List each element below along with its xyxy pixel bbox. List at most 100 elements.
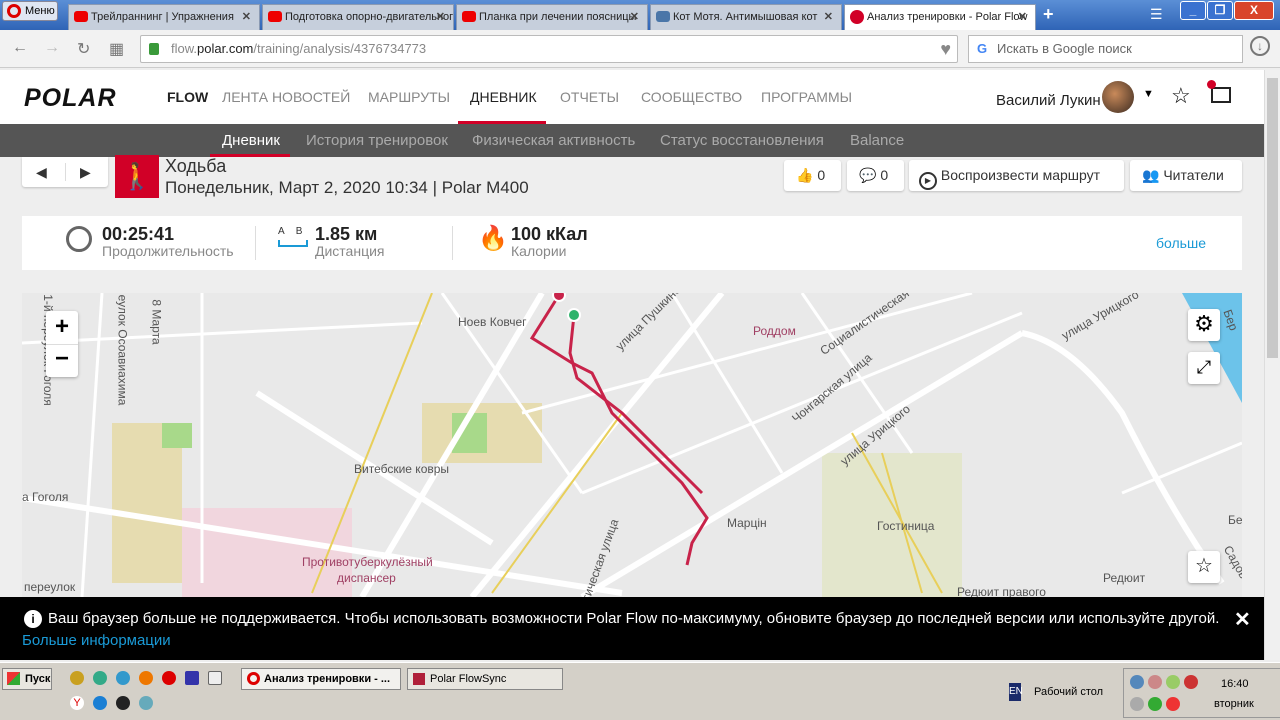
- more-info-link[interactable]: Больше информации: [22, 632, 171, 649]
- close-tab-icon[interactable]: ✕: [1018, 5, 1027, 29]
- comments-button[interactable]: 💬 0: [847, 160, 904, 191]
- star-icon[interactable]: ☆: [1188, 551, 1220, 583]
- media-icon[interactable]: [116, 696, 130, 710]
- close-tab-icon[interactable]: ✕: [242, 5, 251, 29]
- yandex-icon[interactable]: Y: [70, 696, 84, 710]
- taskbar-window-flowsync[interactable]: Polar FlowSync: [407, 668, 563, 690]
- scrollbar-thumb[interactable]: [1267, 78, 1278, 358]
- tab-title: Анализ тренировки - Polar Flow: [867, 11, 1028, 23]
- zoom-in-button[interactable]: +: [46, 311, 78, 344]
- opera-icon[interactable]: [162, 671, 176, 685]
- desktop-toolbar[interactable]: Рабочий стол: [1034, 686, 1103, 698]
- antivirus-icon[interactable]: [1184, 675, 1198, 689]
- browser-tab[interactable]: Подготовка опорно-двигательного ✕: [262, 4, 454, 30]
- url-domain: polar.com: [197, 41, 254, 56]
- youtube-icon: [268, 11, 282, 22]
- firefox-icon[interactable]: [139, 671, 153, 685]
- fullscreen-icon[interactable]: ⤢: [1188, 352, 1220, 384]
- workout-datetime: Понедельник, Март 2, 2020 10:34 | Polar …: [165, 178, 529, 197]
- close-banner-button[interactable]: ✕: [1234, 607, 1251, 632]
- browser-tab[interactable]: Кот Мотя. Антимышовая кот ✕: [650, 4, 842, 30]
- browser-tab-active[interactable]: Анализ тренировки - Polar Flow ✕: [844, 4, 1036, 31]
- browser-tab[interactable]: Планка при лечении поясницы ✕: [456, 4, 648, 30]
- subnav-training-history[interactable]: История тренировок: [306, 132, 448, 149]
- back-icon[interactable]: ←: [12, 39, 28, 57]
- clock-time[interactable]: 16:40: [1221, 678, 1249, 690]
- browser-tab[interactable]: Трейлраннинг | Упражнения ✕: [68, 4, 260, 30]
- page-scrollbar[interactable]: [1264, 70, 1280, 660]
- download-icon[interactable]: ↓: [1250, 36, 1270, 56]
- tab-menu-icon[interactable]: ☰: [1150, 6, 1163, 23]
- previous-workout-icon[interactable]: ◀: [36, 157, 47, 187]
- tray-icon[interactable]: [1166, 697, 1180, 711]
- chrome-icon[interactable]: [93, 671, 107, 685]
- user-name[interactable]: Василий Лукин: [996, 92, 1101, 109]
- start-button[interactable]: Пуск: [2, 668, 52, 690]
- subnav-recovery[interactable]: Статус восстановления: [660, 132, 824, 149]
- tray-icon[interactable]: [1148, 675, 1162, 689]
- star-icon[interactable]: ☆: [1171, 83, 1191, 109]
- tab-title: Кот Мотя. Антимышовая кот: [673, 11, 818, 23]
- opera-menu-button[interactable]: Меню: [2, 1, 58, 21]
- tray-icon[interactable]: [1166, 675, 1180, 689]
- nav-community[interactable]: СООБЩЕСТВО: [641, 89, 742, 105]
- notifications-icon[interactable]: [1207, 80, 1231, 103]
- app-icon[interactable]: [70, 671, 84, 685]
- new-tab-button[interactable]: +: [1043, 4, 1054, 25]
- map-label: 8 Марта: [149, 299, 164, 345]
- app-icon[interactable]: [116, 671, 130, 685]
- speed-dial-icon[interactable]: ▦: [109, 39, 124, 59]
- taskbar-window-opera[interactable]: Анализ тренировки - ...: [241, 668, 401, 690]
- language-indicator[interactable]: EN: [1009, 683, 1023, 701]
- replay-route-button[interactable]: ▶ Воспроизвести маршрут: [909, 160, 1124, 191]
- ie-icon[interactable]: [93, 696, 107, 710]
- maximize-button[interactable]: ❐: [1207, 1, 1233, 20]
- subnav-activity[interactable]: Физическая активность: [472, 132, 635, 149]
- like-button[interactable]: 👍 0: [784, 160, 841, 191]
- more-link[interactable]: больше: [1156, 235, 1206, 251]
- nav-programs[interactable]: ПРОГРАММЫ: [761, 89, 852, 105]
- route-map[interactable]: Ноев Ковчег Витебские ковры Противотубер…: [22, 293, 1242, 597]
- close-window-button[interactable]: X: [1234, 1, 1274, 20]
- map-label: еулок Осоавиахима: [115, 294, 130, 406]
- nav-diary[interactable]: ДНЕВНИК: [470, 89, 537, 105]
- sub-navigation: Дневник История тренировок Физическая ак…: [0, 124, 1264, 157]
- flow-logo[interactable]: FLOW: [167, 89, 208, 105]
- workout-summary: 00:25:41 Продолжительность A B 1.85 км Д…: [22, 216, 1242, 270]
- opera-icon: [247, 672, 260, 685]
- settings-icon[interactable]: ⚙: [1188, 309, 1220, 341]
- zoom-out-button[interactable]: −: [46, 344, 78, 377]
- save-icon[interactable]: [185, 671, 199, 685]
- nav-reports[interactable]: ОТЧЕТЫ: [560, 89, 619, 105]
- tray-icon[interactable]: [1130, 697, 1144, 711]
- polar-logo[interactable]: POLAR: [24, 84, 117, 113]
- subnav-balance[interactable]: Balance: [850, 132, 904, 149]
- clock-day: вторник: [1214, 698, 1254, 710]
- heart-icon[interactable]: ♥: [940, 36, 951, 62]
- avatar[interactable]: [1102, 81, 1134, 113]
- close-tab-icon[interactable]: ✕: [436, 5, 445, 29]
- thumbs-up-icon: 👍: [796, 167, 814, 183]
- window-label: Polar FlowSync: [430, 673, 507, 685]
- duration-label: Продолжительность: [102, 243, 234, 259]
- network-icon[interactable]: [1130, 675, 1144, 689]
- search-input[interactable]: G Искать в Google поиск: [968, 35, 1243, 63]
- reload-icon[interactable]: ↻: [77, 39, 90, 59]
- nav-news-feed[interactable]: ЛЕНТА НОВОСТЕЙ: [222, 89, 350, 105]
- close-tab-icon[interactable]: ✕: [824, 5, 833, 29]
- app-icon[interactable]: [139, 696, 153, 710]
- close-tab-icon[interactable]: ✕: [630, 5, 639, 29]
- nav-routes[interactable]: МАРШРУТЫ: [368, 89, 450, 105]
- subnav-diary[interactable]: Дневник: [222, 132, 280, 149]
- chevron-down-icon[interactable]: ▼: [1143, 88, 1154, 100]
- tray-icon[interactable]: [1148, 697, 1162, 711]
- readers-button[interactable]: 👥 Читатели: [1130, 160, 1242, 191]
- map-label: Бе: [1228, 513, 1242, 527]
- app-icon[interactable]: [208, 671, 222, 685]
- minimize-button[interactable]: _: [1180, 1, 1206, 20]
- readers-label: Читатели: [1163, 167, 1224, 183]
- window-label: Анализ тренировки - ...: [264, 673, 391, 685]
- url-input[interactable]: flow.polar.com/training/analysis/4376734…: [140, 35, 958, 63]
- next-workout-icon[interactable]: ▶: [80, 157, 91, 187]
- forward-icon[interactable]: →: [44, 39, 60, 57]
